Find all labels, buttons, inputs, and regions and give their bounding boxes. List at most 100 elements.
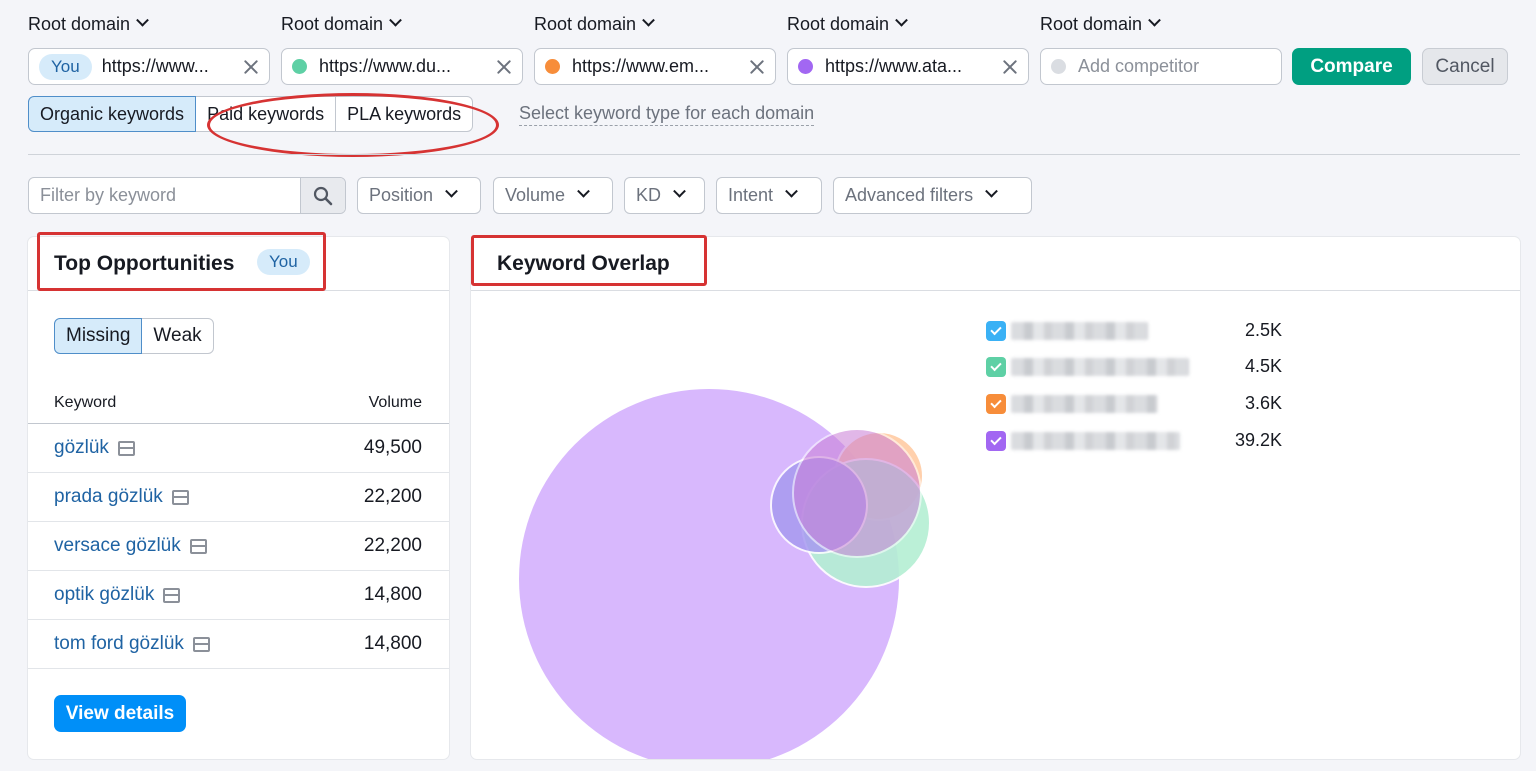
table-row: tom ford gözlük 14,800	[28, 620, 449, 669]
divider	[28, 154, 1520, 155]
keyword-overlap-panel: Keyword Overlap 2.5K 4.5K 3.6K 39.2K	[471, 235, 1520, 759]
legend-value: 4.5K	[1244, 356, 1282, 376]
domain-url: https://www.em...	[572, 56, 710, 76]
intent-dropdown[interactable]: Intent	[716, 177, 822, 214]
kd-dropdown[interactable]: KD	[624, 177, 705, 214]
close-icon[interactable]	[1002, 59, 1018, 75]
blurred-domain	[1011, 395, 1158, 413]
cancel-button[interactable]: Cancel	[1422, 48, 1508, 85]
dropdown-label: Position	[369, 185, 434, 205]
domain-input-competitor-1[interactable]: https://www.du...	[281, 48, 523, 85]
domain-label-competitor-2[interactable]: Root domain	[534, 13, 655, 35]
checkbox-icon[interactable]	[986, 321, 1006, 341]
blurred-domain	[1011, 432, 1180, 450]
keyword-link[interactable]: optik gözlük	[54, 584, 181, 606]
filter-keyword-input[interactable]	[29, 178, 300, 213]
checkbox-icon[interactable]	[986, 431, 1006, 451]
chevron-down-icon	[389, 13, 402, 27]
add-competitor-input[interactable]: Add competitor	[1040, 48, 1282, 85]
dropdown-label: Intent	[728, 185, 774, 205]
domain-input-competitor-2[interactable]: https://www.em...	[534, 48, 776, 85]
serp-icon	[192, 636, 210, 652]
serp-icon	[171, 489, 189, 505]
domain-input-you[interactable]: You https://www...	[28, 48, 270, 85]
search-icon	[313, 186, 333, 205]
missing-weak-toggle: Missing Weak	[54, 318, 214, 354]
legend-row[interactable]: 2.5K	[986, 319, 1286, 343]
keyword-filter	[28, 177, 346, 214]
legend-value: 2.5K	[1244, 320, 1282, 340]
domain-label-competitor-1[interactable]: Root domain	[281, 13, 402, 35]
dropdown-label: Advanced filters	[845, 185, 974, 205]
domain-label-you[interactable]: Root domain	[28, 13, 149, 35]
chevron-down-icon	[642, 13, 655, 27]
top-opportunities-panel: Top Opportunities You Missing Weak Keywo…	[28, 232, 449, 759]
domain-label-competitor-3[interactable]: Root domain	[787, 13, 908, 35]
close-icon[interactable]	[749, 59, 765, 75]
select-keyword-type-link[interactable]: Select keyword type for each domain	[519, 103, 815, 126]
domain-url: https://www.du...	[319, 56, 452, 76]
checkbox-icon[interactable]	[986, 394, 1006, 414]
panel-header: Top Opportunities You	[28, 237, 449, 291]
organic-keywords-tab[interactable]: Organic keywords	[28, 96, 197, 132]
serp-icon	[117, 440, 135, 456]
domain-label-text: Root domain	[1040, 14, 1143, 34]
keyword-text: versace gözlük	[54, 535, 181, 556]
domain-color-dot	[292, 59, 307, 74]
venn-diagram	[519, 389, 931, 759]
domain-label-text: Root domain	[28, 14, 131, 34]
serp-icon	[163, 587, 181, 603]
add-competitor-placeholder: Add competitor	[1078, 56, 1200, 76]
position-dropdown[interactable]: Position	[357, 177, 481, 214]
domain-input-competitor-3[interactable]: https://www.ata...	[787, 48, 1029, 85]
domain-url: https://www.ata...	[825, 56, 963, 76]
advanced-filters-dropdown[interactable]: Advanced filters	[833, 177, 1032, 214]
table-row: optik gözlük 14,800	[28, 571, 449, 620]
panel-title: Keyword Overlap	[497, 252, 670, 275]
keyword-type-toggle: Organic keywords Paid keywords PLA keywo…	[28, 96, 474, 132]
search-button[interactable]	[300, 178, 345, 213]
dropdown-label: Volume	[505, 185, 566, 205]
keyword-text: optik gözlük	[54, 584, 155, 605]
chevron-down-icon	[136, 13, 149, 27]
keyword-link[interactable]: tom ford gözlük	[54, 633, 210, 655]
domain-label-text: Root domain	[281, 14, 384, 34]
dropdown-label: KD	[636, 185, 662, 205]
keyword-link[interactable]: gözlük	[54, 437, 135, 459]
pla-keywords-tab[interactable]: PLA keywords	[335, 96, 474, 132]
table-row: versace gözlük 22,200	[28, 522, 449, 571]
domain-color-dot	[1051, 59, 1066, 74]
volume-value: 14,800	[363, 584, 422, 605]
chevron-down-icon	[785, 184, 798, 198]
domain-label-competitor-4[interactable]: Root domain	[1040, 13, 1161, 35]
volume-value: 49,500	[363, 437, 422, 458]
table-row: prada gözlük 22,200	[28, 473, 449, 522]
view-details-button[interactable]: View details	[54, 695, 186, 732]
legend-value: 39.2K	[1234, 430, 1282, 450]
compare-button[interactable]: Compare	[1292, 48, 1411, 85]
missing-tab[interactable]: Missing	[54, 318, 143, 354]
blurred-domain	[1011, 358, 1189, 376]
legend-value: 3.6K	[1244, 393, 1282, 413]
keyword-text: gözlük	[54, 437, 109, 458]
table-header: Keyword Volume	[28, 392, 449, 424]
weak-tab[interactable]: Weak	[141, 318, 214, 354]
keyword-link[interactable]: versace gözlük	[54, 535, 207, 557]
legend-row[interactable]: 39.2K	[986, 429, 1286, 453]
keyword-text: tom ford gözlük	[54, 633, 184, 654]
domain-label-text: Root domain	[534, 14, 637, 34]
legend-row[interactable]: 3.6K	[986, 392, 1286, 416]
legend-row[interactable]: 4.5K	[986, 355, 1286, 379]
volume-dropdown[interactable]: Volume	[493, 177, 613, 214]
domain-label-text: Root domain	[787, 14, 890, 34]
venn-circle-overlap[interactable]	[792, 428, 922, 558]
checkbox-icon[interactable]	[986, 357, 1006, 377]
column-volume: Volume	[368, 394, 422, 411]
close-icon[interactable]	[496, 59, 512, 75]
you-badge: You	[257, 249, 310, 275]
paid-keywords-tab[interactable]: Paid keywords	[195, 96, 337, 132]
volume-value: 22,200	[363, 486, 422, 507]
keyword-link[interactable]: prada gözlük	[54, 486, 189, 508]
close-icon[interactable]	[243, 59, 259, 75]
chevron-down-icon	[1148, 13, 1161, 27]
